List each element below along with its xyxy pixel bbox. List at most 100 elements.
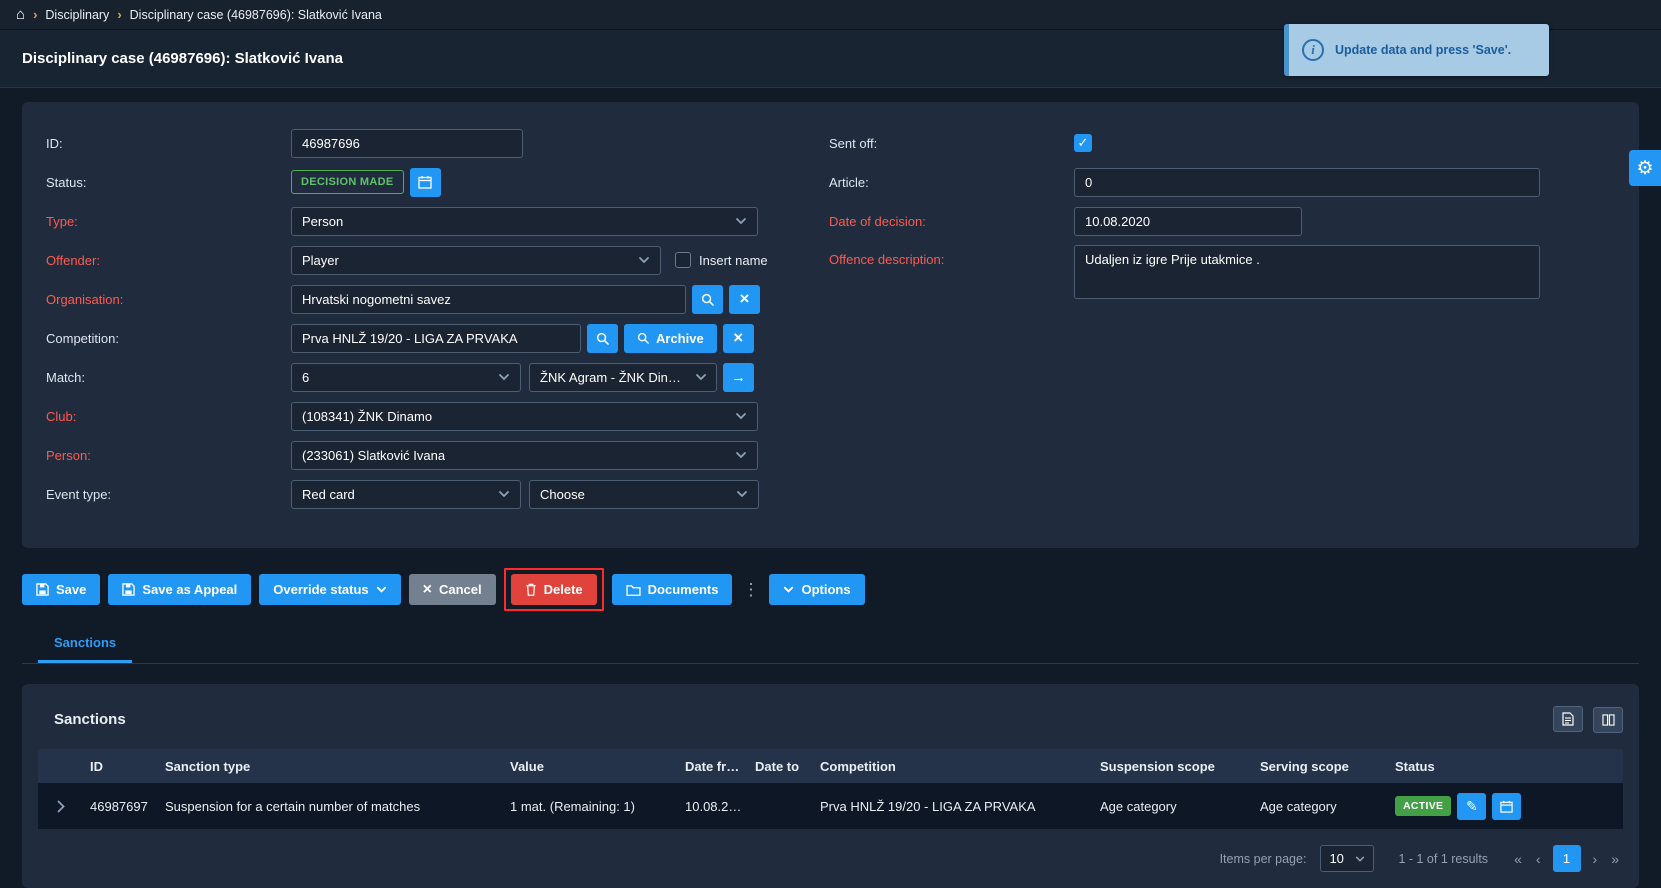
save-icon — [36, 583, 49, 596]
competition-archive-button[interactable]: Archive — [624, 324, 717, 353]
organisation-input[interactable] — [291, 285, 686, 314]
search-icon — [596, 332, 609, 345]
notification-toast: i Update data and press 'Save'. — [1284, 24, 1549, 76]
settings-gear-button[interactable]: ⚙ — [1629, 150, 1661, 186]
columns-icon — [1602, 714, 1615, 726]
results-count: 1 - 1 of 1 results — [1398, 852, 1488, 866]
save-button-label: Save — [56, 582, 86, 597]
id-input[interactable] — [291, 129, 523, 158]
items-per-page-value: 10 — [1329, 851, 1343, 866]
offence-description-textarea[interactable]: Udaljen iz igre Prije utakmice . — [1074, 245, 1540, 299]
save-as-appeal-button[interactable]: Save as Appeal — [108, 574, 251, 605]
club-select[interactable]: (108341) ŽNK Dinamo — [291, 402, 758, 431]
breadcrumb-item-disciplinary[interactable]: Disciplinary — [45, 8, 109, 22]
breadcrumb-separator-icon: › — [117, 7, 121, 22]
row-expand-chevron-icon[interactable] — [57, 800, 66, 813]
organisation-search-button[interactable] — [692, 285, 723, 314]
match-round-select[interactable]: 6 — [291, 363, 521, 392]
row-edit-button[interactable]: ✎ — [1457, 793, 1486, 820]
check-icon: ✓ — [1078, 135, 1089, 151]
notification-text: Update data and press 'Save'. — [1335, 43, 1511, 57]
chevron-down-icon — [695, 371, 706, 383]
sanctions-table: ID Sanction type Value Date from Date to… — [38, 749, 1623, 829]
calendar-icon — [1500, 800, 1513, 813]
override-status-button[interactable]: Override status — [259, 574, 400, 605]
column-header-value[interactable]: Value — [504, 759, 679, 774]
chevron-down-icon — [735, 449, 747, 461]
organisation-clear-button[interactable]: × — [729, 285, 760, 314]
items-per-page-select[interactable]: 10 — [1320, 845, 1374, 872]
next-page-icon[interactable]: › — [1591, 851, 1600, 867]
chevron-down-icon — [376, 584, 387, 595]
override-status-button-label: Override status — [273, 582, 368, 597]
article-input[interactable] — [1074, 168, 1540, 197]
arrow-right-icon: → — [731, 369, 746, 386]
chevron-down-icon — [783, 584, 794, 595]
row-calendar-button[interactable] — [1492, 793, 1521, 820]
offence-description-label: Offence description: — [829, 245, 1074, 267]
column-header-sanction-type[interactable]: Sanction type — [159, 759, 504, 774]
type-select[interactable]: Person — [291, 207, 758, 236]
person-label: Person: — [46, 447, 291, 463]
breadcrumb-separator-icon: › — [33, 7, 37, 22]
info-icon: i — [1302, 39, 1324, 61]
form-left-column: ID: Status: DECISION MADE Type: Person — [46, 128, 791, 518]
sanctions-title: Sanctions — [54, 711, 126, 728]
chevron-down-icon — [735, 410, 747, 422]
event-type-select[interactable]: Red card — [291, 480, 521, 509]
document-export-icon — [1562, 712, 1574, 726]
competition-clear-button[interactable]: × — [723, 324, 754, 353]
cancel-button[interactable]: × Cancel — [409, 574, 496, 605]
match-round-value: 6 — [302, 370, 309, 385]
column-header-status[interactable]: Status — [1389, 759, 1623, 774]
calendar-icon — [418, 175, 432, 189]
items-per-page-label: Items per page: — [1220, 852, 1307, 866]
column-header-competition[interactable]: Competition — [814, 759, 1094, 774]
column-header-date-from[interactable]: Date from — [679, 759, 749, 774]
search-icon — [701, 293, 714, 306]
delete-button-label: Delete — [544, 582, 583, 597]
sent-off-checkbox[interactable]: ✓ — [1074, 134, 1092, 152]
organisation-label: Organisation: — [46, 291, 291, 307]
last-page-icon[interactable]: » — [1609, 851, 1621, 867]
offender-select[interactable]: Player — [291, 246, 661, 275]
type-label: Type: — [46, 213, 291, 229]
page-number-button[interactable]: 1 — [1553, 845, 1581, 872]
person-select[interactable]: (233061) Slatković Ivana — [291, 441, 758, 470]
documents-button[interactable]: Documents — [612, 574, 733, 605]
column-header-id[interactable]: ID — [84, 759, 159, 774]
columns-button[interactable] — [1593, 707, 1623, 733]
match-select[interactable]: ŽNK Agram - ŽNK Dinamo — [529, 363, 717, 392]
row-id: 46987697 — [84, 799, 159, 814]
column-header-serving-scope[interactable]: Serving scope — [1254, 759, 1389, 774]
chevron-down-icon — [736, 488, 748, 500]
export-button[interactable] — [1553, 706, 1583, 732]
competition-input[interactable] — [291, 324, 581, 353]
trash-icon — [525, 583, 537, 596]
insert-name-checkbox[interactable] — [675, 252, 691, 268]
previous-page-icon[interactable]: ‹ — [1534, 851, 1543, 867]
options-button[interactable]: Options — [769, 574, 864, 605]
delete-button[interactable]: Delete — [511, 574, 597, 605]
person-select-value: (233061) Slatković Ivana — [302, 448, 445, 463]
row-serving-scope: Age category — [1254, 799, 1389, 814]
club-select-value: (108341) ŽNK Dinamo — [302, 409, 432, 424]
tab-sanctions[interactable]: Sanctions — [38, 627, 132, 663]
close-icon: × — [733, 328, 743, 348]
competition-label: Competition: — [46, 330, 291, 346]
more-actions-icon[interactable]: ⋮ — [742, 580, 759, 600]
column-header-suspension-scope[interactable]: Suspension scope — [1094, 759, 1254, 774]
column-header-date-to[interactable]: Date to — [749, 759, 814, 774]
match-go-button[interactable]: → — [723, 363, 754, 392]
chevron-down-icon — [735, 215, 747, 227]
first-page-icon[interactable]: « — [1512, 851, 1524, 867]
id-label: ID: — [46, 135, 291, 151]
save-button[interactable]: Save — [22, 574, 100, 605]
competition-search-button[interactable] — [587, 324, 618, 353]
home-icon[interactable]: ⌂ — [16, 7, 25, 22]
actions-toolbar: Save Save as Appeal Override status × Ca… — [22, 568, 1639, 611]
event-subtype-select[interactable]: Choose — [529, 480, 759, 509]
match-select-value: ŽNK Agram - ŽNK Dinamo — [540, 370, 687, 385]
date-of-decision-input[interactable] — [1074, 207, 1302, 236]
status-history-button[interactable] — [410, 168, 441, 197]
